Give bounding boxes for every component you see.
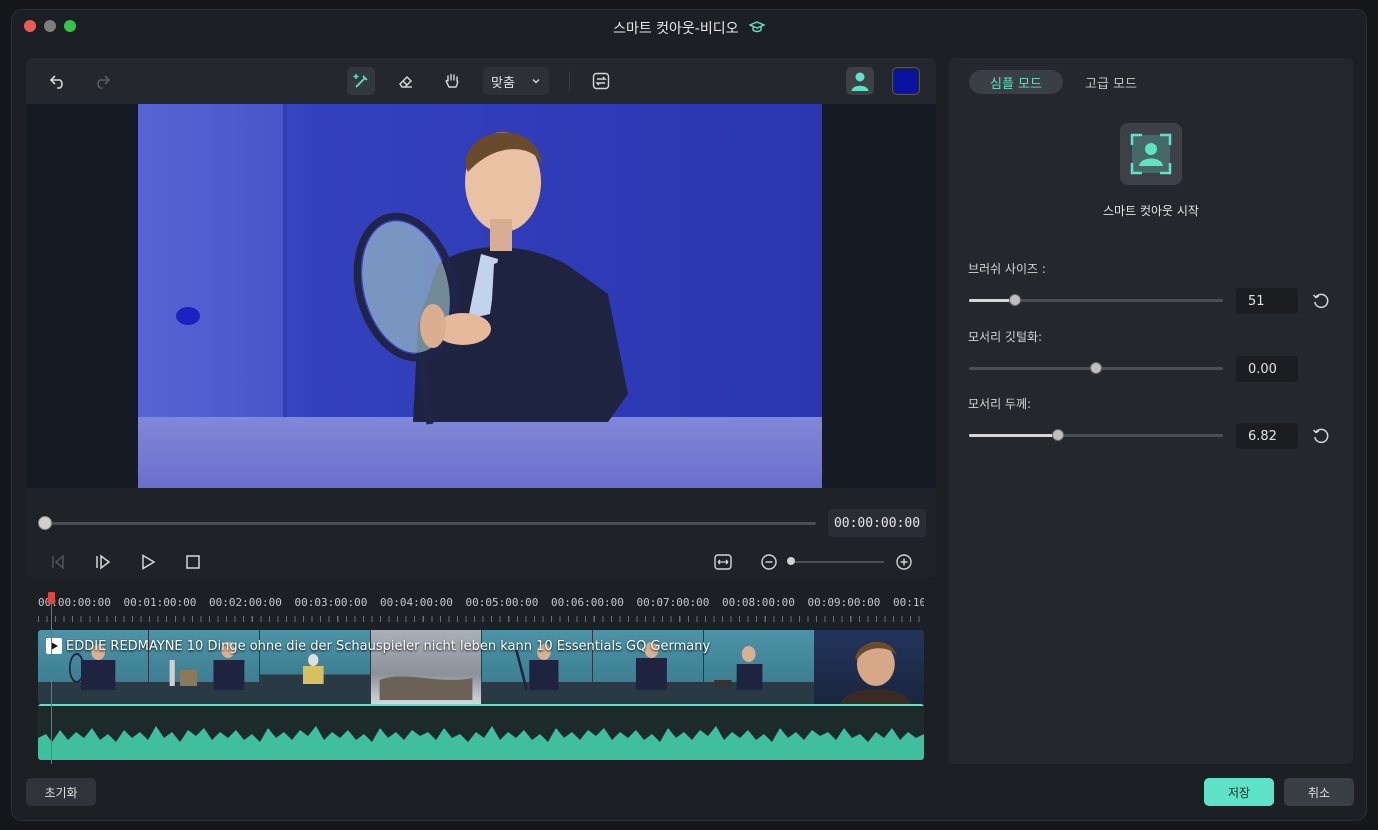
brush-plus-icon — [353, 74, 368, 88]
ruler-label: 00:08:00:00 — [722, 596, 795, 609]
zoom-in-button[interactable] — [892, 550, 916, 574]
fit-timeline-button[interactable] — [711, 550, 735, 574]
ruler-label: 00:10 — [893, 596, 924, 609]
clip-thumbnail — [704, 630, 814, 704]
edge-feather-label: 모서리 깃털화: — [968, 330, 1043, 344]
clip-title-text: EDDIE REDMAYNE 10 Dinge ohne die der Sch… — [66, 638, 711, 654]
ruler-label: 00:07:00:00 — [636, 596, 710, 609]
title-bar: 스마트 컷아웃-비디오 — [12, 10, 1366, 44]
edge-thickness-label: 모서리 두께: — [968, 397, 1032, 411]
start-smart-cutout-label: 스마트 컷아웃 시작 — [1103, 204, 1199, 218]
toolbar-divider — [569, 71, 570, 91]
swap-icon — [592, 72, 610, 90]
save-button[interactable]: 저장 — [1204, 778, 1274, 806]
slider-handle[interactable] — [1008, 294, 1021, 306]
progress-handle[interactable] — [38, 516, 52, 530]
hand-tool-button[interactable] — [438, 67, 466, 95]
video-track-clip[interactable]: EDDIE REDMAYNE 10 Dinge ohne die der Sch… — [38, 630, 924, 704]
cancel-button[interactable]: 취소 — [1284, 778, 1354, 806]
window-title-text: 스마트 컷아웃-비디오 — [613, 21, 739, 37]
timecode: 00:00:00:00 — [828, 509, 926, 537]
editor-area: 맞춤 00:00:00:00 — [26, 58, 936, 578]
redo-icon — [97, 75, 111, 89]
smart-brush-button[interactable] — [347, 67, 375, 95]
stop-icon — [186, 555, 200, 569]
ruler-label: 00:06:00:00 — [551, 596, 624, 609]
undo-icon — [49, 75, 63, 89]
edge-feather-value[interactable]: 0.00 — [1236, 356, 1298, 382]
reset-icon — [1312, 428, 1329, 444]
person-icon — [851, 72, 869, 91]
ruler-label: 00:04:00:00 — [380, 596, 453, 609]
tab-advanced-mode[interactable]: 고급 모드 — [1069, 70, 1153, 94]
zoom-slider[interactable] — [788, 561, 884, 563]
timeline: 00:00:00:00 00:01:00:00 00:02:00:00 00:0… — [26, 586, 936, 764]
graduation-cap-icon[interactable] — [748, 20, 766, 38]
playhead[interactable] — [51, 594, 52, 764]
chevron-down-icon — [532, 79, 540, 84]
audio-waveform[interactable] — [38, 704, 924, 760]
playhead-handle[interactable] — [48, 592, 55, 604]
edge-thickness-value[interactable]: 6.82 — [1236, 423, 1298, 449]
ruler-label: 00:01:00:00 — [123, 596, 197, 609]
prev-frame-button[interactable] — [46, 550, 70, 574]
ruler-label: 00:02:00:00 — [209, 596, 282, 609]
undo-button[interactable] — [44, 67, 72, 95]
zoom-handle[interactable] — [787, 557, 795, 565]
eraser-button[interactable] — [392, 67, 420, 95]
smart-cutout-window: 스마트 컷아웃-비디오 맞춤 00:00:00:00 00:00:00:00 0… — [12, 10, 1366, 820]
reset-button[interactable]: 초기화 — [26, 778, 96, 806]
zoom-in-icon — [896, 554, 912, 570]
fit-select-value: 맞춤 — [491, 75, 515, 91]
skip-back-icon — [52, 554, 64, 570]
clip-thumbnail — [814, 630, 924, 704]
mask-color-button[interactable] — [892, 67, 920, 95]
ruler-ticks — [38, 616, 924, 622]
preview-area — [26, 104, 936, 488]
player-controls: 00:00:00:00 — [26, 488, 936, 578]
color-swatch — [894, 69, 918, 93]
person-scan-icon — [1130, 133, 1172, 175]
redo-button[interactable] — [88, 67, 116, 95]
settings-panel: 심플 모드 고급 모드 스마트 컷아웃 시작 브러쉬 사이즈 : 51 모서리 … — [949, 58, 1353, 764]
edge-thickness-slider[interactable] — [969, 429, 1223, 441]
edge-thickness-reset-button[interactable] — [1312, 427, 1330, 445]
brush-size-label: 브러쉬 사이즈 : — [968, 262, 1046, 276]
hand-icon — [445, 73, 459, 88]
person-preview-button[interactable] — [846, 67, 874, 95]
video-preview[interactable] — [138, 104, 822, 488]
timeline-ruler[interactable]: 00:00:00:00 00:01:00:00 00:02:00:00 00:0… — [38, 594, 924, 622]
clip-play-icon — [46, 638, 62, 654]
editor-toolbar: 맞춤 — [26, 58, 936, 104]
brush-size-slider[interactable] — [969, 294, 1223, 306]
slider-fill — [969, 299, 1015, 302]
progress-track[interactable] — [44, 522, 816, 525]
ruler-label: 00:05:00:00 — [465, 596, 539, 609]
ruler-label: 00:09:00:00 — [807, 596, 881, 609]
step-forward-icon — [96, 554, 111, 570]
play-icon — [142, 554, 156, 570]
eraser-icon — [399, 75, 413, 88]
brush-size-value[interactable]: 51 — [1236, 288, 1298, 314]
slider-fill — [969, 434, 1058, 437]
fit-width-icon — [714, 554, 732, 570]
brush-size-reset-button[interactable] — [1312, 292, 1330, 310]
ruler-label: 00:03:00:00 — [294, 596, 368, 609]
clip-title: EDDIE REDMAYNE 10 Dinge ohne die der Sch… — [46, 638, 710, 654]
start-smart-cutout-button[interactable] — [1120, 123, 1182, 185]
zoom-out-button[interactable] — [757, 550, 781, 574]
stop-button[interactable] — [181, 550, 205, 574]
play-button[interactable] — [136, 550, 160, 574]
slider-handle[interactable] — [1090, 362, 1102, 374]
edge-feather-slider[interactable] — [969, 362, 1223, 374]
reset-icon — [1312, 293, 1329, 309]
tab-simple-mode[interactable]: 심플 모드 — [969, 70, 1063, 94]
zoom-out-icon — [761, 554, 777, 570]
window-title: 스마트 컷아웃-비디오 — [12, 18, 1366, 38]
fit-select[interactable]: 맞춤 — [483, 67, 549, 95]
swap-button[interactable] — [587, 67, 615, 95]
next-frame-button[interactable] — [91, 550, 115, 574]
slider-handle[interactable] — [1051, 429, 1064, 441]
